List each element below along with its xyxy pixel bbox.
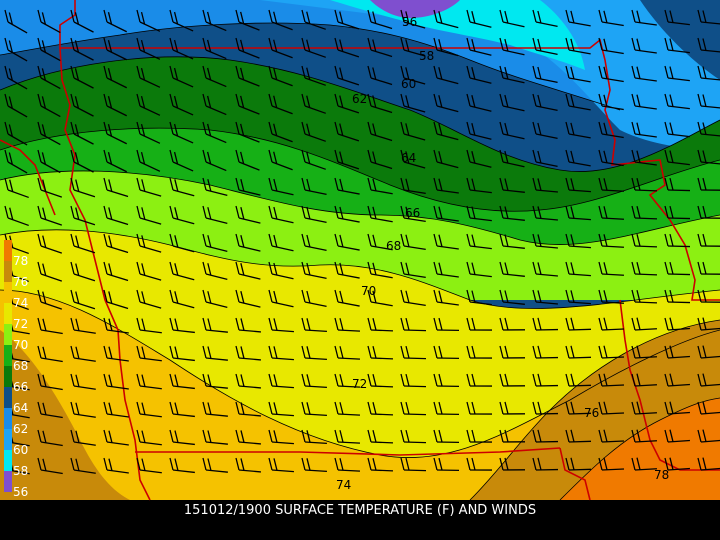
legend-swatch-58 <box>4 450 12 471</box>
contour-label-70: 70 <box>361 284 376 298</box>
contour-label-66: 66 <box>405 206 420 220</box>
temperature-bands <box>0 0 720 500</box>
legend-label-70: 70 <box>13 338 28 352</box>
map-title: 151012/1900 SURFACE TEMPERATURE (F) AND … <box>183 503 537 518</box>
legend-swatch-56 <box>4 471 12 492</box>
legend-label-76: 76 <box>13 275 28 289</box>
weather-map: 56 58 60 62 64 66 68 70 72 74 76 78 56 5… <box>0 0 720 540</box>
legend-swatch-66 <box>4 366 12 387</box>
contour-label-76: 76 <box>584 406 599 420</box>
color-legend-swatches <box>4 240 12 492</box>
legend-label-58: 58 <box>13 464 28 478</box>
legend-label-74: 74 <box>13 296 28 310</box>
legend-label-60: 60 <box>13 443 28 457</box>
legend-swatch-76 <box>4 261 12 282</box>
contour-label-62: 62 <box>352 92 367 106</box>
legend-label-66: 66 <box>13 380 28 394</box>
contour-label-74: 74 <box>336 478 351 492</box>
legend-label-78: 78 <box>13 254 28 268</box>
legend-swatch-72 <box>4 303 12 324</box>
legend-swatch-60 <box>4 429 12 450</box>
legend-label-72: 72 <box>13 317 28 331</box>
temperature-map-canvas: 56 58 60 62 64 66 68 70 72 74 76 78 56 5… <box>0 0 720 501</box>
legend-swatch-70 <box>4 324 12 345</box>
legend-label-56: 56 <box>13 485 28 499</box>
legend-label-64: 64 <box>13 401 28 415</box>
contour-label-60: 60 <box>401 77 416 91</box>
contour-label-72: 72 <box>352 377 367 391</box>
contour-label-78: 78 <box>654 468 669 482</box>
legend-swatch-78 <box>4 240 12 261</box>
legend-swatch-74 <box>4 282 12 303</box>
legend-label-62: 62 <box>13 422 28 436</box>
contour-label-56: 56 <box>402 15 417 29</box>
legend-label-68: 68 <box>13 359 28 373</box>
legend-swatch-64 <box>4 387 12 408</box>
legend-swatch-68 <box>4 345 12 366</box>
contour-label-68: 68 <box>386 239 401 253</box>
contour-label-58: 58 <box>419 49 434 63</box>
contour-label-64: 64 <box>401 151 416 165</box>
legend-swatch-62 <box>4 408 12 429</box>
